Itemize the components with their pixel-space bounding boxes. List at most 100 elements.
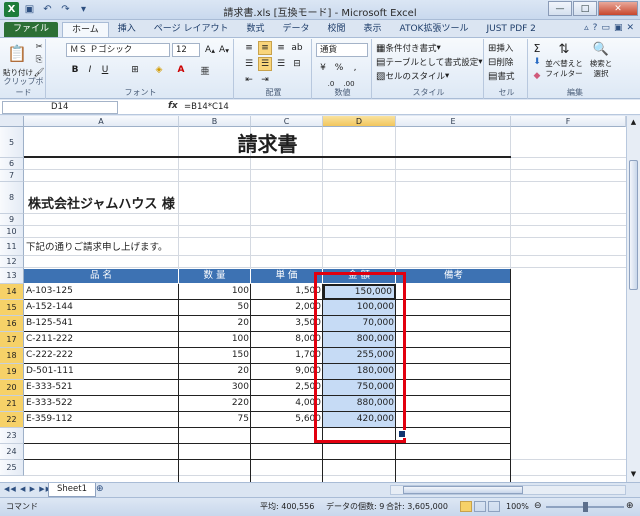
comma-style-icon[interactable]: , [348,61,362,75]
tab-just-pdf[interactable]: JUST PDF 2 [477,22,544,37]
qty-cell[interactable]: 100 [179,332,251,347]
paste-icon[interactable]: 📋 [6,41,28,65]
row-header-14[interactable]: 14 [0,284,24,300]
format-cells-button[interactable]: ▤ 書式 [488,69,514,83]
insert-function-icon[interactable]: fx [168,101,178,111]
tab-view[interactable]: 表示 [355,22,391,37]
item-name-cell[interactable]: D-501-111 [24,364,179,379]
font-color-icon[interactable]: A [174,63,188,77]
price-cell[interactable]: 1,500 [251,284,323,299]
price-cell[interactable]: 2,000 [251,300,323,315]
sheet-tab-sheet1[interactable]: Sheet1 [48,483,96,497]
grow-font-icon[interactable]: A ▴ [203,43,217,57]
align-center-icon[interactable]: ☰ [258,57,272,71]
price-cell[interactable]: 5,600 [251,412,323,427]
align-bottom-icon[interactable]: ≡ [274,41,288,55]
workbook-close-icon[interactable]: ✕ [626,23,634,33]
italic-icon[interactable]: I [83,63,97,77]
scroll-thumb[interactable] [403,486,523,494]
autosum-icon[interactable]: Σ [530,41,544,55]
align-left-icon[interactable]: ☰ [242,57,256,71]
percent-icon[interactable]: % [332,61,346,75]
row-header-16[interactable]: 16 [0,316,24,332]
tab-file[interactable]: ファイル [4,22,59,37]
new-sheet-icon[interactable]: ⊕ [96,484,104,494]
auto-fill-options-icon[interactable] [398,430,406,438]
item-name-cell[interactable]: A-152-144 [24,300,179,315]
close-button[interactable]: ✕ [598,1,638,16]
find-label-1[interactable]: 検索と [584,58,618,68]
border-icon[interactable]: ⊞ [128,63,142,77]
price-cell[interactable]: 2,500 [251,380,323,395]
align-top-icon[interactable]: ≡ [242,41,256,55]
copy-icon[interactable]: ⎘ [33,54,45,66]
horizontal-scrollbar[interactable] [390,485,626,495]
scroll-down-icon[interactable]: ▼ [629,470,638,480]
price-cell[interactable]: 1,700 [251,348,323,363]
insert-cells-button[interactable]: ⊞ 挿入 [488,41,513,55]
row-header-5[interactable]: 5 [0,127,24,158]
zoom-out-icon[interactable]: ⊖ [534,498,542,515]
font-name-combo[interactable]: ＭＳ Ｐゴシック [66,43,170,57]
ribbon-minimize-icon[interactable]: ▵ [584,23,589,33]
workbook-restore-icon[interactable]: ▣ [614,23,623,33]
merge-center-icon[interactable]: ⊟ [290,57,304,71]
item-name-cell[interactable]: E-333-521 [24,380,179,395]
price-cell[interactable]: 9,000 [251,364,323,379]
format-as-table-button[interactable]: ▤ テーブルとして書式設定 ▾ [376,55,482,69]
item-name-cell[interactable]: C-222-222 [24,348,179,363]
sort-label-1[interactable]: 並べ替えと [544,58,584,68]
tab-atok[interactable]: ATOK拡張ツール [391,22,478,37]
maximize-button[interactable]: □ [573,1,597,16]
item-name-cell[interactable]: A-103-125 [24,284,179,299]
row-header-18[interactable]: 18 [0,348,24,364]
tab-home[interactable]: ホーム [62,22,109,37]
qty-cell[interactable]: 50 [179,300,251,315]
column-header-d[interactable]: D [323,116,396,127]
qty-cell[interactable]: 300 [179,380,251,395]
price-cell[interactable]: 3,500 [251,316,323,331]
tab-data[interactable]: データ [273,22,318,37]
align-right-icon[interactable]: ☰ [274,57,288,71]
qty-cell[interactable]: 75 [179,412,251,427]
row-header-22[interactable]: 22 [0,412,24,428]
tab-page-layout[interactable]: ページ レイアウト [145,22,238,37]
phonetic-icon[interactable]: 亜 [198,63,212,77]
conditional-format-button[interactable]: ▦ 条件付き書式 ▾ [376,41,441,55]
fill-color-icon[interactable]: ◈ [152,63,166,77]
sort-label-2[interactable]: フィルター [544,68,584,78]
row-header-7[interactable]: 7 [0,170,24,182]
row-header-9[interactable]: 9 [0,214,24,226]
bold-icon[interactable]: B [68,63,82,77]
orientation-icon[interactable]: ab [290,41,304,55]
delete-cells-button[interactable]: ⊟ 削除 [488,55,513,69]
price-cell[interactable]: 4,000 [251,396,323,411]
worksheet-grid[interactable]: A B C D E F 5 6 7 8 9 10 11 12 13 14 15 … [0,116,626,482]
qty-cell[interactable]: 100 [179,284,251,299]
fill-icon[interactable]: ⬇ [530,55,544,69]
row-header-15[interactable]: 15 [0,300,24,316]
column-header-c[interactable]: C [251,116,323,127]
qty-cell[interactable]: 20 [179,364,251,379]
item-name-cell[interactable]: C-211-222 [24,332,179,347]
page-layout-view-icon[interactable] [474,501,486,512]
item-name-cell[interactable]: B-125-541 [24,316,179,331]
row-header-17[interactable]: 17 [0,332,24,348]
item-name-cell[interactable]: E-333-522 [24,396,179,411]
tab-insert[interactable]: 挿入 [109,22,145,37]
workbook-minimize-icon[interactable]: ▭ [601,23,610,33]
cell-styles-button[interactable]: ▧ セルのスタイル ▾ [376,69,449,83]
row-header-20[interactable]: 20 [0,380,24,396]
price-cell[interactable]: 8,000 [251,332,323,347]
column-header-b[interactable]: B [179,116,251,127]
minimize-button[interactable]: — [548,1,572,16]
zoom-slider-thumb[interactable] [583,502,588,512]
row-header-8[interactable]: 8 [0,182,24,214]
scroll-thumb[interactable] [629,160,638,290]
accounting-format-icon[interactable]: ¥ [316,61,330,75]
tab-formulas[interactable]: 数式 [237,22,273,37]
zoom-in-icon[interactable]: ⊕ [626,498,634,515]
row-header-21[interactable]: 21 [0,396,24,412]
number-format-combo[interactable]: 通貨 [316,43,368,57]
qty-cell[interactable]: 220 [179,396,251,411]
